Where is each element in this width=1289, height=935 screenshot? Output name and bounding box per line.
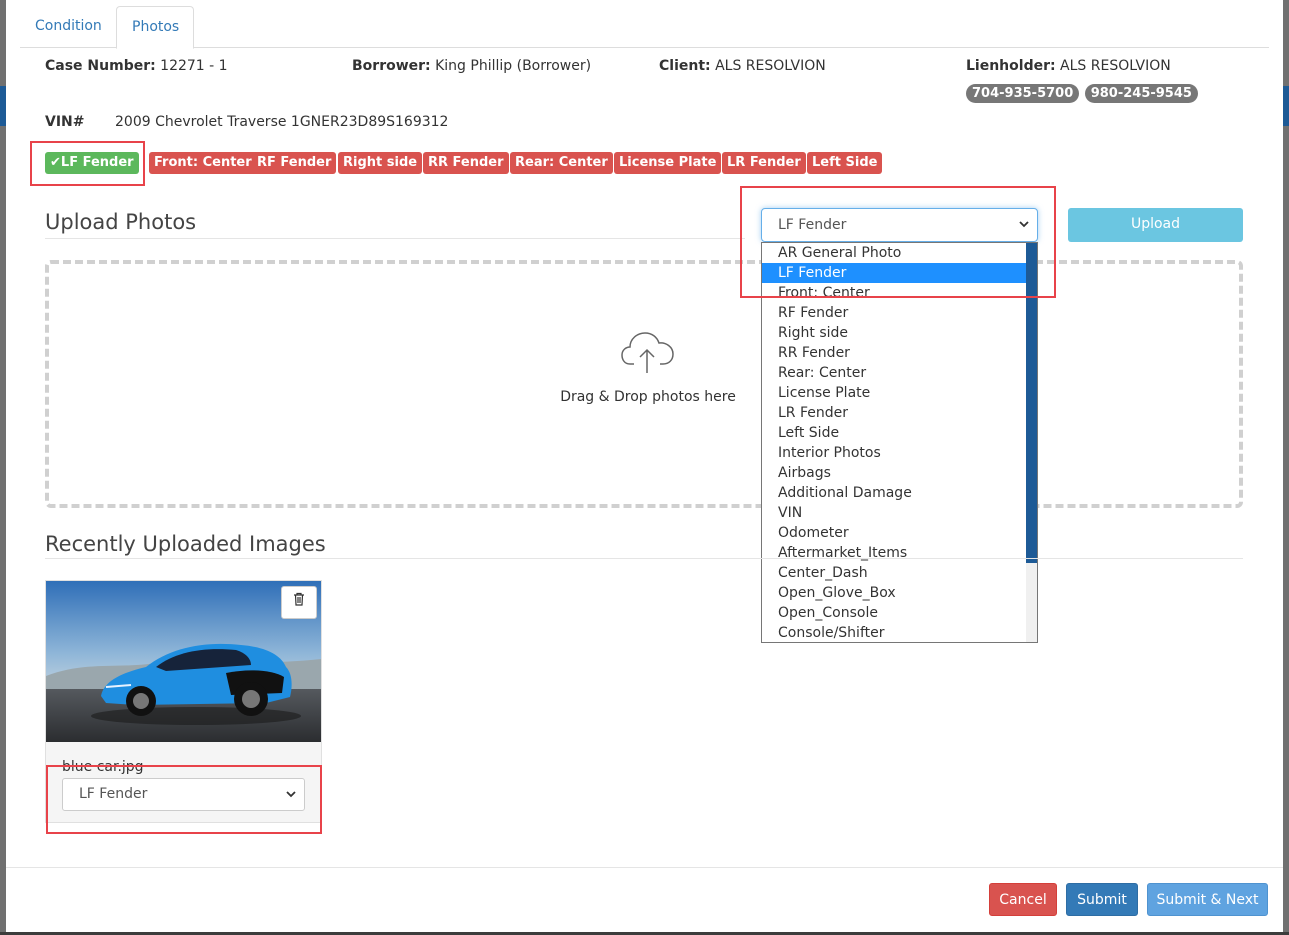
badge-left-side[interactable]: Left Side	[807, 152, 883, 174]
badge-rf-fender[interactable]: RF Fender	[252, 152, 337, 174]
badge-rr-fender[interactable]: RR Fender	[423, 152, 509, 174]
highlight-box	[740, 186, 1056, 298]
tab-bar: Condition Photos	[20, 0, 1269, 49]
dropdown-option[interactable]: Airbags	[762, 463, 1026, 483]
badge-lr-fender[interactable]: LR Fender	[722, 152, 806, 174]
trash-icon	[293, 592, 305, 610]
dropdown-option[interactable]: Left Side	[762, 423, 1026, 443]
backdrop-right	[1283, 0, 1289, 935]
backdrop-nav-right	[1283, 86, 1289, 126]
dropdown-scrollbar[interactable]	[1026, 243, 1037, 642]
divider	[45, 558, 1243, 559]
dropdown-option[interactable]: License Plate	[762, 383, 1026, 403]
dropdown-option[interactable]: Odometer	[762, 523, 1026, 543]
delete-image-button[interactable]	[281, 586, 317, 619]
phone-list: 704-935-5700 980-245-9545	[966, 84, 1199, 103]
dropdown-option[interactable]: Additional Damage	[762, 483, 1026, 503]
dropdown-option[interactable]: RR Fender	[762, 343, 1026, 363]
phone-badge[interactable]: 980-245-9545	[1084, 84, 1198, 103]
upload-title: Upload Photos	[45, 210, 197, 234]
dropdown-option[interactable]: Open_Glove_Box	[762, 583, 1026, 603]
recent-title: Recently Uploaded Images	[45, 532, 326, 556]
phone-badge[interactable]: 704-935-5700	[966, 84, 1080, 103]
client-value: ALS RESOLVION	[715, 58, 826, 74]
case-number-value: 12271 - 1	[160, 58, 228, 74]
dropdown-option[interactable]: Aftermarket_Items	[762, 543, 1026, 563]
tab-condition[interactable]: Condition	[20, 6, 117, 48]
client: Client: ALS RESOLVION	[659, 58, 826, 74]
divider	[6, 867, 1283, 868]
tab-photos[interactable]: Photos	[116, 6, 194, 49]
borrower-value: King Phillip (Borrower)	[435, 58, 592, 74]
dropdown-option[interactable]: Rear: Center	[762, 363, 1026, 383]
badge-right-side[interactable]: Right side	[338, 152, 423, 174]
dropdown-option[interactable]: LR Fender	[762, 403, 1026, 423]
borrower-label: Borrower:	[352, 58, 431, 74]
badge-front-center[interactable]: Front: Center	[149, 152, 257, 174]
dropzone-text: Drag & Drop photos here	[560, 389, 736, 405]
client-label: Client:	[659, 58, 711, 74]
dropdown-option[interactable]: Console/Shifter	[762, 623, 1026, 642]
badge-rear-center[interactable]: Rear: Center	[510, 152, 613, 174]
highlight-box	[30, 141, 145, 186]
badge-license-plate[interactable]: License Plate	[614, 152, 722, 174]
highlight-box	[46, 765, 322, 834]
dropdown-option[interactable]: Right side	[762, 323, 1026, 343]
case-number: Case Number: 12271 - 1	[45, 58, 228, 74]
uploaded-image-thumbnail[interactable]	[46, 581, 321, 742]
vin-value: 2009 Chevrolet Traverse 1GNER23D89S16931…	[115, 114, 449, 130]
submit-button[interactable]: Submit	[1066, 883, 1138, 916]
lienholder-label: Lienholder:	[966, 58, 1056, 74]
cloud-upload-icon	[620, 328, 676, 380]
lienholder-value: ALS RESOLVION	[1060, 58, 1171, 74]
photo-type-dropdown[interactable]: AR General Photo LF Fender Front: Center…	[761, 242, 1038, 643]
upload-button[interactable]: Upload	[1068, 208, 1243, 242]
dropdown-option[interactable]: RF Fender	[762, 303, 1026, 323]
photo-dropzone[interactable]: Drag & Drop photos here	[45, 260, 1243, 508]
dropdown-option[interactable]: VIN	[762, 503, 1026, 523]
cancel-button[interactable]: Cancel	[989, 883, 1057, 916]
photo-modal: Condition Photos Case Number: 12271 - 1 …	[6, 0, 1283, 932]
case-number-label: Case Number:	[45, 58, 156, 74]
borrower: Borrower: King Phillip (Borrower)	[352, 58, 591, 74]
dropdown-option[interactable]: Center_Dash	[762, 563, 1026, 583]
submit-next-button[interactable]: Submit & Next	[1147, 883, 1268, 916]
dropdown-option[interactable]: Interior Photos	[762, 443, 1026, 463]
dropdown-option[interactable]: Open_Console	[762, 603, 1026, 623]
lienholder: Lienholder: ALS RESOLVION	[966, 58, 1171, 74]
divider	[45, 238, 745, 239]
vin-label: VIN#	[45, 114, 85, 130]
